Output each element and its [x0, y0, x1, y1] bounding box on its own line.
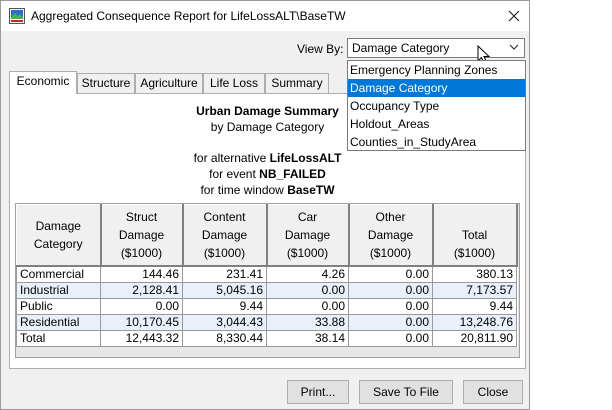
column-header-struct[interactable]: Struct Damage ($1000) — [100, 204, 184, 267]
header-line: Damage — [284, 228, 331, 242]
table-row[interactable]: Industrial 2,128.41 5,045.16 0.00 0.00 7… — [16, 282, 517, 299]
alternative-value: LifeLossALT — [269, 151, 342, 165]
close-icon — [508, 10, 520, 22]
view-by-options-list: Emergency Planning Zones Damage Category… — [347, 60, 526, 151]
column-header-total[interactable]: Total ($1000) — [432, 204, 518, 267]
table-cell: 33.88 — [266, 314, 349, 331]
table-cell: 144.46 — [100, 265, 183, 283]
event-prefix: for event — [209, 167, 256, 181]
tab-agriculture[interactable]: Agriculture — [135, 73, 203, 93]
header-line: ($1000) — [120, 246, 163, 260]
header-line: ($1000) — [453, 246, 496, 260]
report-window: Aggregated Consequence Report for LifeLo… — [0, 0, 530, 410]
table-header-row: Damage Category Struct Damage ($1000) Co… — [16, 204, 518, 267]
tab-structure[interactable]: Structure — [77, 73, 135, 93]
table-cell: 2,128.41 — [100, 282, 183, 299]
header-line: Struct — [125, 210, 158, 224]
header-line: Car — [297, 210, 318, 224]
table-cell: 8,330.44 — [182, 330, 267, 347]
table-cell: 0.00 — [348, 265, 433, 283]
column-header-car[interactable]: Car Damage ($1000) — [266, 204, 350, 267]
table-cell: Industrial — [16, 282, 101, 299]
table-cell: Commercial — [16, 265, 101, 283]
header-line: Damage — [35, 219, 81, 233]
table-cell: 20,811.90 — [432, 330, 517, 347]
chevron-down-icon — [509, 44, 519, 50]
print-button[interactable]: Print... — [287, 380, 349, 404]
table-cell: 9.44 — [432, 298, 517, 315]
table-cell: 0.00 — [348, 298, 433, 315]
summary-alternative: for alternative LifeLossALT — [10, 151, 525, 165]
table-row[interactable]: Commercial 144.46 231.41 4.26 0.00 380.1… — [16, 265, 517, 283]
table-cell: 0.00 — [348, 314, 433, 331]
table-cell: Public — [16, 298, 101, 315]
column-header-content[interactable]: Content Damage ($1000) — [182, 204, 268, 267]
option-counties-in-study-area[interactable]: Counties_in_StudyArea — [348, 133, 525, 151]
table-cell: 5,045.16 — [182, 282, 267, 299]
close-button[interactable]: Close — [463, 380, 523, 404]
header-line: Category — [33, 237, 83, 251]
table-cell: 0.00 — [348, 330, 433, 347]
header-line: Damage — [201, 228, 248, 242]
table-row[interactable]: Total 12,443.32 8,330.44 38.14 0.00 20,8… — [16, 330, 517, 347]
summary-event: for event NB_FAILED — [10, 167, 525, 181]
view-by-selected: Damage Category — [352, 41, 450, 55]
table-cell: 10,170.45 — [100, 314, 183, 331]
header-line: Damage — [367, 228, 414, 242]
damage-table: Damage Category Struct Damage ($1000) Co… — [16, 204, 518, 347]
alternative-prefix: for alternative — [193, 151, 267, 165]
header-line: Damage — [118, 228, 165, 242]
column-header-other[interactable]: Other Damage ($1000) — [348, 204, 434, 267]
header-line: Other — [375, 210, 406, 224]
save-to-file-button[interactable]: Save To File — [359, 380, 453, 404]
table-row[interactable]: Public 0.00 9.44 0.00 0.00 9.44 — [16, 298, 517, 315]
table-cell: 13,248.76 — [432, 314, 517, 331]
event-value: NB_FAILED — [259, 167, 326, 181]
table-cell: Total — [16, 330, 101, 347]
option-emergency-planning-zones[interactable]: Emergency Planning Zones — [348, 61, 525, 79]
view-by-dropdown[interactable]: Damage Category — [347, 38, 525, 58]
table-cell: 9.44 — [182, 298, 267, 315]
time-window-value: BaseTW — [287, 183, 335, 197]
table-row[interactable]: Residential 10,170.45 3,044.43 33.88 0.0… — [16, 314, 517, 331]
tab-life-loss[interactable]: Life Loss — [203, 73, 265, 93]
damage-table-container: Damage Category Struct Damage ($1000) Co… — [15, 203, 520, 358]
option-damage-category[interactable]: Damage Category — [348, 79, 525, 97]
tab-summary[interactable]: Summary — [265, 73, 329, 93]
window-title: Aggregated Consequence Report for LifeLo… — [31, 9, 346, 23]
header-line: Total — [461, 228, 488, 242]
table-cell: 0.00 — [348, 282, 433, 299]
title-bar: Aggregated Consequence Report for LifeLo… — [1, 1, 529, 31]
table-cell: 12,443.32 — [100, 330, 183, 347]
table-cell: 7,173.57 — [432, 282, 517, 299]
close-window-button[interactable] — [501, 3, 527, 29]
table-cell: 3,044.43 — [182, 314, 267, 331]
column-header-category[interactable]: Damage Category — [16, 204, 102, 267]
option-holdout-areas[interactable]: Holdout_Areas — [348, 115, 525, 133]
option-occupancy-type[interactable]: Occupancy Type — [348, 97, 525, 115]
header-spacer — [434, 208, 516, 226]
table-cell: 231.41 — [182, 265, 267, 283]
table-cell: 0.00 — [100, 298, 183, 315]
table-cell: 0.00 — [266, 282, 349, 299]
summary-time-window: for time window BaseTW — [10, 183, 525, 197]
header-line: ($1000) — [286, 246, 329, 260]
header-line: Content — [203, 210, 246, 224]
header-line: ($1000) — [203, 246, 246, 260]
table-cell: Residential — [16, 314, 101, 331]
tab-economic[interactable]: Economic — [9, 71, 77, 94]
table-cell: 380.13 — [432, 265, 517, 283]
table-cell: 38.14 — [266, 330, 349, 347]
table-cell: 4.26 — [266, 265, 349, 283]
header-line: ($1000) — [369, 246, 412, 260]
time-window-prefix: for time window — [200, 183, 284, 197]
app-icon — [9, 8, 25, 24]
table-cell: 0.00 — [266, 298, 349, 315]
view-by-label: View By: — [297, 42, 344, 56]
